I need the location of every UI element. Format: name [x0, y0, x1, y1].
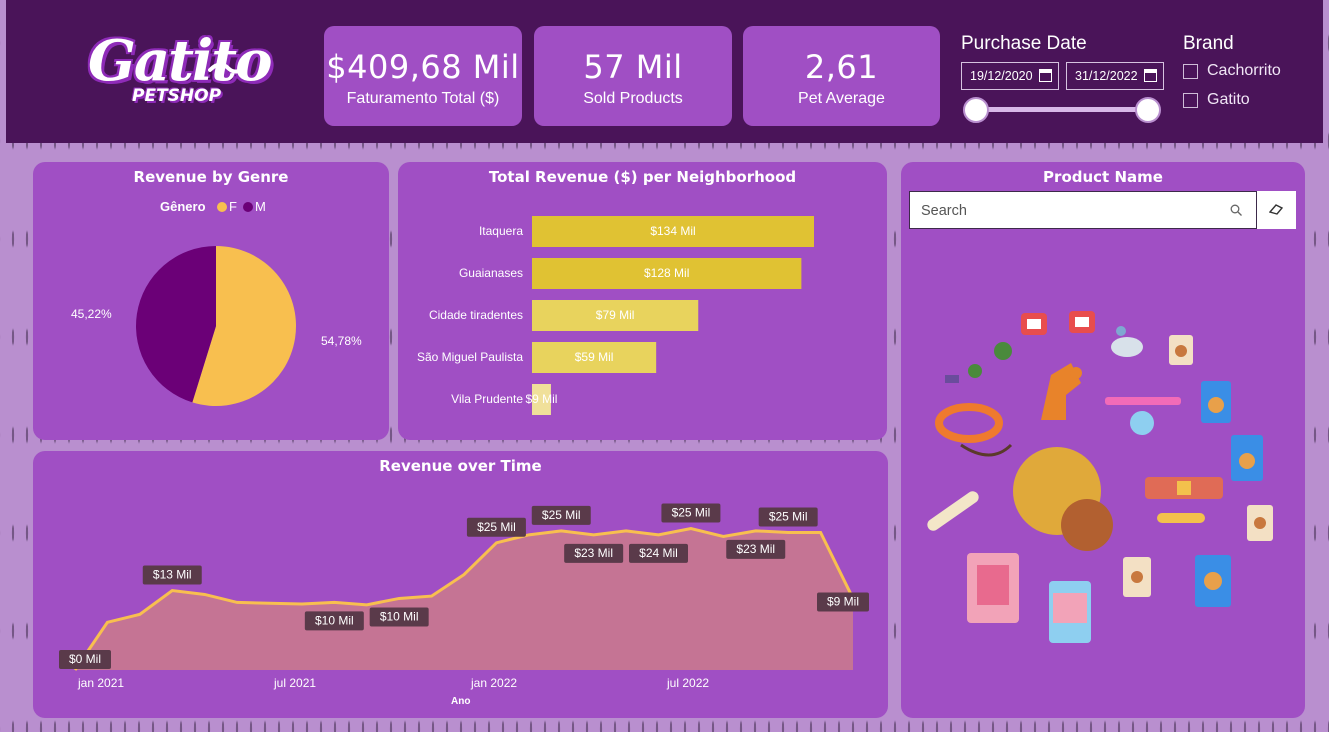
treat-bag-icon — [1123, 557, 1151, 597]
legend-title: Gênero — [160, 199, 206, 214]
legend-f-label: F — [229, 199, 237, 214]
kpi-pet-card: 2,61 Pet Average — [743, 26, 940, 126]
bar-value-label: $79 Mil — [596, 308, 635, 322]
dog-bed-red-icon — [1021, 313, 1047, 335]
logo-sub-text: PETSHOP — [132, 86, 222, 106]
brand-label-gatito: Gatito — [1207, 91, 1250, 108]
kpi-sold-card: 57 Mil Sold Products — [534, 26, 732, 126]
cat-food-bag-icon — [1195, 555, 1231, 607]
red-collar-icon — [1145, 477, 1223, 499]
x-tick-jan-2021: jan 2021 — [77, 676, 124, 690]
legend-m-label: M — [255, 199, 266, 214]
slider-end-handle[interactable] — [1135, 97, 1161, 123]
cat-food-can-icon — [1049, 581, 1091, 643]
pink-collar-icon — [1105, 397, 1181, 435]
logo-swirl-icon — [208, 62, 248, 74]
brand-title: Brand — [1183, 33, 1234, 54]
data-label: $13 Mil — [153, 568, 192, 582]
data-label: $25 Mil — [769, 509, 808, 523]
purchase-date-title: Purchase Date — [961, 33, 1087, 54]
kpi-sold-label: Sold Products — [583, 90, 683, 107]
kpi-pet-label: Pet Average — [798, 90, 885, 107]
legend-f-marker — [217, 202, 227, 212]
start-date-value: 19/12/2020 — [970, 69, 1033, 83]
bar-value-label: $9 Mil — [525, 392, 557, 406]
data-label: $23 Mil — [736, 542, 775, 556]
search-placeholder: Search — [921, 203, 967, 219]
slider-start-handle[interactable] — [963, 97, 989, 123]
brand-checkbox-gatito[interactable] — [1183, 93, 1198, 108]
revenue-over-time-card: Revenue over Time jan 2021 jul 2021 jan … — [33, 451, 888, 718]
x-tick-jul-2021: jul 2021 — [273, 676, 316, 690]
data-label: $23 Mil — [574, 546, 613, 560]
bone-toy-icon — [927, 491, 979, 531]
bar-value-label: $134 Mil — [650, 224, 695, 238]
bar-value-label: $59 Mil — [575, 350, 614, 364]
bar-category-label: Itaquera — [479, 224, 523, 238]
bar-category-label: Guaianases — [459, 266, 523, 280]
x-axis-label: Ano — [451, 696, 470, 707]
kpi-pet-value: 2,61 — [804, 48, 879, 86]
neighborhood-card: Total Revenue ($) per Neighborhood Itaqu… — [398, 162, 887, 440]
data-label: $25 Mil — [672, 505, 711, 519]
cat-food-bag-icon — [1201, 381, 1231, 423]
data-label: $10 Mil — [380, 609, 419, 623]
dog-food-pack-icon — [967, 553, 1019, 623]
data-label: $25 Mil — [477, 520, 516, 534]
treat-bag-icon — [1247, 505, 1273, 541]
data-label: $0 Mil — [69, 652, 101, 666]
genre-pie-chart: Gênero F M 54,78% 45,22% — [71, 199, 362, 406]
ball-toy-icon — [968, 364, 982, 378]
calendar-icon[interactable] — [1039, 69, 1052, 82]
x-tick-jul-2022: jul 2022 — [666, 676, 709, 690]
data-label: $10 Mil — [315, 613, 354, 627]
brown-ball-icon — [1061, 499, 1113, 551]
kpi-revenue-label: Faturamento Total ($) — [346, 90, 500, 107]
eraser-icon — [1269, 204, 1284, 215]
treat-bag-icon — [1169, 335, 1193, 365]
search-icon[interactable] — [1230, 204, 1242, 216]
brand-checkbox-cachorrito[interactable] — [1183, 64, 1198, 79]
bar-value-label: $128 Mil — [644, 266, 689, 280]
orange-collar-leash-icon — [935, 403, 1013, 457]
bar-category-label: São Miguel Paulista — [417, 350, 523, 364]
brand-label-cachorrito: Cachorrito — [1207, 62, 1281, 79]
end-date-value: 31/12/2022 — [1075, 69, 1138, 83]
kpi-revenue-card: $409,68 Mil Faturamento Total ($) — [324, 26, 522, 126]
product-image-cloud — [927, 311, 1273, 643]
slice-f-label: 54,78% — [321, 334, 362, 348]
small-toy-icon — [945, 375, 959, 383]
slice-m-label: 45,22% — [71, 307, 112, 321]
cat-food-bag-icon — [1231, 435, 1263, 481]
kpi-revenue-value: $409,68 Mil — [326, 48, 520, 86]
kpi-sold-value: 57 Mil — [583, 48, 683, 86]
ball-toy-icon — [994, 342, 1012, 360]
date-range-slider[interactable] — [976, 107, 1148, 112]
bar-category-label: Vila Prudente — [451, 392, 523, 406]
data-label: $24 Mil — [639, 546, 678, 560]
data-label: $25 Mil — [542, 508, 581, 522]
end-date-input[interactable]: 31/12/2022 — [1066, 62, 1164, 90]
neighborhood-bar-chart: Itaquera $134 Mil Guaianases $128 Mil Cidade… — [417, 216, 814, 415]
toy-mouse-icon — [1111, 326, 1143, 357]
start-date-input[interactable]: 19/12/2020 — [961, 62, 1059, 90]
product-name-title: Product Name — [1043, 168, 1163, 186]
calendar-icon[interactable] — [1144, 69, 1157, 82]
bar-category-label: Cidade tiradentes — [429, 308, 523, 322]
x-tick-jan-2022: jan 2022 — [470, 676, 517, 690]
legend-m-marker — [243, 202, 253, 212]
revenue-by-genre-card: Revenue by Genre Gênero F M 54,78% 45,22… — [33, 162, 389, 440]
dog-bed-red-icon — [1069, 311, 1095, 333]
dog-bone-icon — [1157, 513, 1205, 523]
data-label: $9 Mil — [827, 594, 859, 608]
dog-on-leash-icon — [1041, 363, 1082, 420]
product-search-input[interactable]: Search — [909, 191, 1257, 229]
revenue-area-chart: jan 2021 jul 2021 jan 2022 jul 2022 Ano … — [59, 503, 869, 707]
clear-selection-button[interactable] — [1257, 191, 1296, 229]
gatito-petshop-logo: Gatito PETSHOP — [88, 28, 272, 120]
